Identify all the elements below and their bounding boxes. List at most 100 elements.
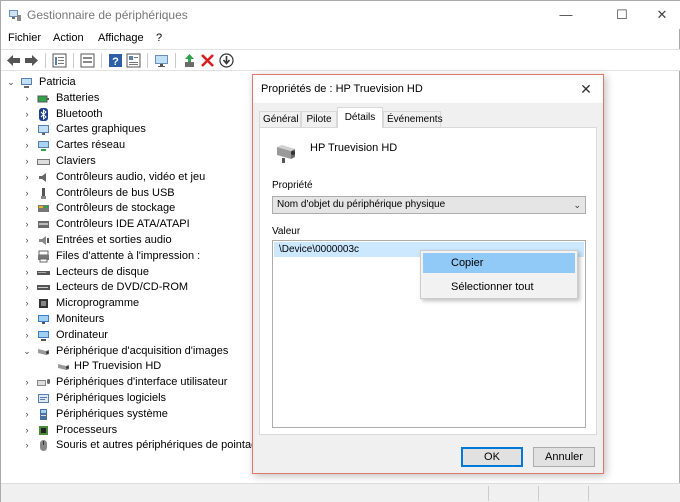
dialog-close-button[interactable]: ✕: [575, 79, 597, 99]
cancel-button[interactable]: Annuler: [533, 447, 595, 467]
details-view-icon[interactable]: [125, 52, 142, 69]
tree-item-bluetooth[interactable]: › Bluetooth: [1, 107, 256, 122]
tree-item-peripherique-acquisition-images[interactable]: ⌄ Périphérique d'acquisition d'images: [1, 344, 256, 359]
chevron-right-icon[interactable]: ›: [22, 170, 32, 185]
tree-item-cartes-reseau[interactable]: › Cartes réseau: [1, 138, 256, 153]
tree-item-batteries[interactable]: › Batteries: [1, 91, 256, 106]
ok-button[interactable]: OK: [461, 447, 523, 467]
context-copy-item[interactable]: Copier: [423, 253, 575, 273]
toolbar: ?: [1, 49, 680, 71]
tree-item-hp-truevision-hd[interactable]: HP Truevision HD: [1, 359, 256, 374]
forward-arrow-icon[interactable]: [23, 52, 40, 69]
usb-icon: [41, 187, 46, 199]
chevron-right-icon[interactable]: ›: [22, 296, 32, 311]
tree-item-files-impression[interactable]: › Files d'attente à l'impression :: [1, 249, 256, 264]
tree-item-label: Périphériques logiciels: [56, 392, 167, 404]
close-window-button[interactable]: ✕: [639, 1, 680, 29]
menu-action[interactable]: Action: [53, 32, 84, 44]
chevron-down-icon[interactable]: ⌄: [22, 344, 32, 359]
menu-help[interactable]: ?: [156, 32, 162, 44]
tree-item-lecteurs-disque[interactable]: › Lecteurs de disque: [1, 265, 256, 280]
enable-device-download-icon[interactable]: [218, 52, 235, 69]
tree-item-peripheriques-logiciels[interactable]: › Périphériques logiciels: [1, 391, 256, 406]
chevron-right-icon[interactable]: ›: [22, 407, 32, 422]
uninstall-x-icon[interactable]: [199, 52, 216, 69]
context-select-all-item[interactable]: Sélectionner tout: [423, 277, 575, 297]
tab-evenements[interactable]: Événements: [383, 111, 443, 128]
chevron-right-icon[interactable]: ›: [22, 423, 32, 438]
tree-item-peripheriques-interface-utilisateur[interactable]: › Périphériques d'interface utilisateur: [1, 375, 256, 390]
tree-item-cartes-graphiques[interactable]: › Cartes graphiques: [1, 122, 256, 137]
webcam-device-icon: [277, 145, 295, 163]
window-title: Gestionnaire de périphériques: [27, 8, 188, 22]
menu-fichier[interactable]: Fichier: [8, 32, 41, 44]
tree-item-label: Cartes réseau: [56, 139, 126, 152]
tree-item-microprogramme[interactable]: › Microprogramme: [1, 296, 256, 311]
tree-item-label: Bluetooth: [56, 107, 103, 120]
chevron-right-icon[interactable]: ›: [22, 391, 32, 406]
chevron-right-icon[interactable]: ›: [22, 280, 32, 295]
tree-root-item[interactable]: ⌄ Patricia: [1, 75, 251, 90]
tree-item-label: Lecteurs de DVD/CD-ROM: [56, 281, 189, 294]
monitor-icon: [38, 315, 49, 324]
chevron-right-icon[interactable]: ›: [22, 91, 32, 106]
chevron-right-icon[interactable]: ›: [22, 107, 32, 122]
help-icon[interactable]: ?: [107, 52, 124, 69]
chevron-right-icon[interactable]: ›: [22, 201, 32, 216]
chevron-right-icon[interactable]: ›: [22, 233, 32, 248]
minimize-button[interactable]: —: [543, 1, 589, 29]
imaging-device-icon: [38, 348, 49, 355]
titlebar: Gestionnaire de périphériques — ☐ ✕: [1, 1, 680, 29]
property-select[interactable]: Nom d'objet du périphérique physique ⌄: [272, 196, 586, 214]
chevron-right-icon[interactable]: ›: [22, 312, 32, 327]
tree-item-label: Contrôleurs de stockage: [56, 202, 176, 215]
tree-item-controleurs-audio[interactable]: › Contrôleurs audio, vidéo et jeu: [1, 170, 256, 185]
chevron-right-icon[interactable]: ›: [22, 375, 32, 390]
tree-item-label: Batteries: [56, 91, 100, 104]
tree-item-peripheriques-systeme[interactable]: › Périphériques système: [1, 407, 256, 422]
processor-icon: [39, 425, 48, 435]
tree-item-ordinateur[interactable]: › Ordinateur: [1, 328, 256, 343]
tree-item-label: Processeurs: [56, 423, 118, 436]
update-driver-icon[interactable]: [181, 52, 198, 69]
chevron-right-icon[interactable]: ›: [22, 217, 32, 232]
tree-item-lecteurs-dvd[interactable]: › Lecteurs de DVD/CD-ROM: [1, 280, 256, 295]
chevron-right-icon[interactable]: ›: [22, 438, 32, 453]
tree-item-claviers[interactable]: › Claviers: [1, 154, 256, 169]
tab-details[interactable]: Détails: [337, 107, 383, 128]
chevron-down-icon[interactable]: ⌄: [6, 75, 16, 90]
scan-hardware-monitor-icon[interactable]: [153, 52, 170, 69]
chevron-right-icon[interactable]: ›: [22, 265, 32, 280]
back-arrow-icon[interactable]: [5, 52, 22, 69]
system-device-icon: [40, 408, 47, 420]
tree-item-souris-pointage[interactable]: › Souris et autres périphériques de point…: [1, 438, 263, 453]
status-segment: [538, 486, 588, 501]
tree-item-entrees-sorties-audio[interactable]: › Entrées et sorties audio: [1, 233, 256, 248]
chevron-right-icon[interactable]: ›: [22, 154, 32, 169]
device-name: HP Truevision HD: [310, 142, 398, 154]
tree-item-moniteurs[interactable]: › Moniteurs: [1, 312, 256, 327]
view-list-icon[interactable]: [79, 52, 96, 69]
tab-pilote[interactable]: Pilote: [301, 111, 337, 128]
chevron-right-icon[interactable]: ›: [22, 249, 32, 264]
chevron-right-icon[interactable]: ›: [22, 138, 32, 153]
chevron-right-icon[interactable]: ›: [22, 186, 32, 201]
toolbar-separator: [73, 53, 74, 68]
software-device-icon: [38, 394, 49, 403]
property-select-value: Nom d'objet du périphérique physique: [277, 199, 446, 210]
speaker-icon: [39, 172, 46, 182]
tree-item-controleurs-stockage[interactable]: › Contrôleurs de stockage: [1, 201, 256, 216]
chevron-right-icon[interactable]: ›: [22, 122, 32, 137]
tree-item-label: Cartes graphiques: [56, 123, 146, 136]
tree-item-label: Moniteurs: [56, 313, 105, 325]
tree-item-label: Contrôleurs IDE ATA/ATAPI: [56, 218, 190, 231]
menu-affichage[interactable]: Affichage: [98, 32, 144, 44]
tab-general[interactable]: Général: [259, 111, 301, 128]
tree-item-controleurs-usb[interactable]: › Contrôleurs de bus USB: [1, 186, 256, 201]
audio-io-icon: [39, 236, 49, 245]
properties-sheet-icon[interactable]: [51, 52, 68, 69]
chevron-right-icon[interactable]: ›: [22, 328, 32, 343]
tree-item-controleurs-ide[interactable]: › Contrôleurs IDE ATA/ATAPI: [1, 217, 256, 232]
tree-item-processeurs[interactable]: › Processeurs: [1, 423, 256, 438]
tree-item-label: Périphériques système: [56, 407, 168, 420]
